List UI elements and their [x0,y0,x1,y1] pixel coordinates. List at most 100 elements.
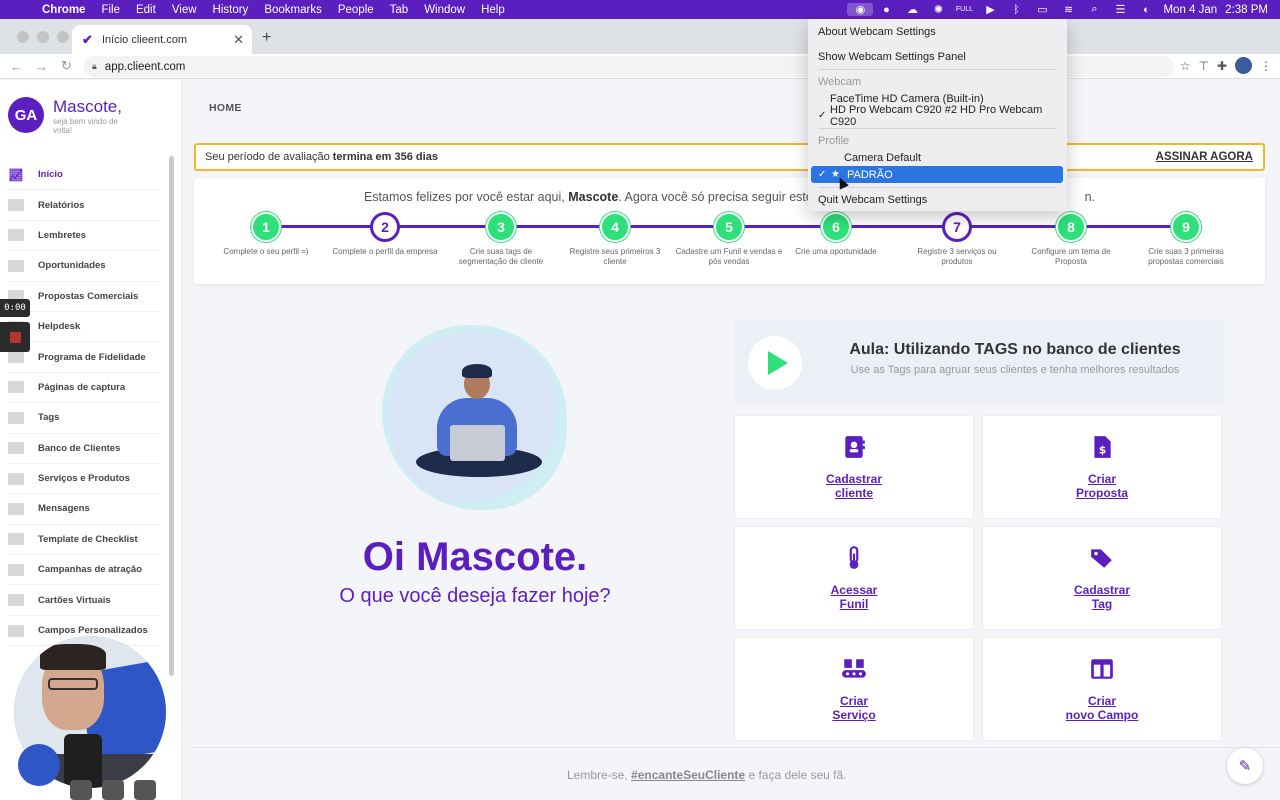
step-3[interactable]: 3 Crie suas tags de segmentação de client… [446,212,556,267]
menu-item-profile-padrao[interactable]: ✓ ★ PADRÃO [811,166,1063,183]
invoice-icon: $ [1094,436,1111,458]
instagram-icon[interactable] [134,780,156,800]
step-7[interactable]: 7 Registre 3 serviços ou produtos [902,212,1012,267]
check-icon [8,533,24,546]
action-criar-proposta[interactable]: $ Criar Proposta [982,415,1222,519]
action-acessar-funil[interactable]: Acessar Funil [734,526,974,630]
step-1[interactable]: 1 Complete o seu perfil =) [211,212,321,257]
profile-avatar[interactable] [1235,57,1252,74]
welcome-pre: Estamos felizes por você estar aqui, [363,190,565,204]
subscribe-now-link[interactable]: ASSINAR AGORA [1156,151,1253,163]
minimize-window-button[interactable] [37,31,49,43]
menubar-date[interactable]: Mon 4 Jan [1159,4,1219,16]
siri-icon[interactable]: ◐ [1133,4,1159,16]
funnel-icon [8,381,24,394]
battery-icon[interactable]: ▭ [1029,3,1055,16]
browser-tab[interactable]: ✔ Início clieent.com ✕ [72,25,252,54]
step-label: Cadastre um Funil e vendas e pós vendas [675,247,783,266]
sidebar-item-checklist[interactable]: Template de Checklist [8,525,160,556]
menu-chrome[interactable]: Chrome [34,4,93,16]
play-button[interactable] [748,336,802,390]
action-cadastrar-tag[interactable]: Cadastrar Tag [982,526,1222,630]
step-label: Configure um tema de Proposta [1031,247,1111,266]
facebook-icon[interactable] [102,780,124,800]
sidebar-item-helpdesk[interactable]: Helpdesk [8,312,160,343]
step-6[interactable]: 6 Crie uma oportunidade [781,212,891,257]
step-9[interactable]: 9 Crie suas 3 primeiras propostas comerci… [1131,212,1241,267]
more-menu-icon[interactable]: ⋮ [1260,59,1272,73]
brightness-icon[interactable]: ✺ [925,3,951,16]
puzzle-extensions-icon[interactable]: ✚ [1217,59,1227,73]
stop-icon [10,332,21,343]
menu-edit[interactable]: Edit [128,4,164,16]
bluetooth-icon[interactable]: ᛒ [1003,4,1029,16]
sidebar-item-captura[interactable]: Páginas de captura [8,373,160,404]
step-8[interactable]: 8 Configure um tema de Proposta [1016,212,1126,267]
extension-icon[interactable]: ⊤ [1198,59,1208,73]
wifi-icon[interactable]: ≋ [1055,3,1081,16]
menu-item-show-panel[interactable]: Show Webcam Settings Panel [808,48,1067,65]
sidebar-item-mensagens[interactable]: Mensagens [8,494,160,525]
sidebar-item-lembretes[interactable]: Lembretes [8,221,160,252]
sidebar-menu: 📈︎ Início Relatórios Lembretes Oportunida… [0,160,160,647]
sidebar-item-tags[interactable]: Tags [8,403,160,434]
recorder-icon[interactable]: ● [873,4,899,16]
menu-people[interactable]: People [330,4,382,16]
sidebar-item-oportunidades[interactable]: Oportunidades [8,251,160,282]
sidebar-scrollbar[interactable] [169,156,174,676]
action-label: Criar novo Campo [983,694,1221,722]
sidebar-item-campanhas[interactable]: Campanhas de atração [8,555,160,586]
megaphone-icon [8,563,24,576]
sidebar-item-banco-clientes[interactable]: Banco de Clientes [8,434,160,464]
step-4[interactable]: 4 Registre seus primeiros 3 cliente [560,212,670,267]
footer-hashtag-link[interactable]: #encanteSeuCliente [631,768,745,782]
close-tab-icon[interactable]: ✕ [233,32,244,48]
menu-file[interactable]: File [93,4,128,16]
status-full-icon[interactable]: FULL [951,6,977,13]
menubar-time[interactable]: 2:38 PM [1219,4,1280,16]
menu-view[interactable]: View [164,4,205,16]
menu-bookmarks[interactable]: Bookmarks [256,4,330,16]
control-center-icon[interactable]: ☰ [1107,3,1133,16]
menu-tab[interactable]: Tab [382,4,417,16]
play-icon[interactable]: ▶ [977,3,1003,16]
zoom-window-button[interactable] [57,31,69,43]
action-criar-campo[interactable]: Criar novo Campo [982,637,1222,741]
reload-icon[interactable]: ↻ [54,58,79,74]
sidebar-item-relatorios[interactable]: Relatórios [8,190,160,221]
step-2[interactable]: 2 Complete o perfil da empresa [330,212,440,257]
back-icon[interactable]: ← [4,59,29,74]
lesson-banner[interactable]: Aula: Utilizando TAGS no banco de client… [734,320,1224,403]
menu-item-about[interactable]: About Webcam Settings [808,23,1067,40]
cloud-upload-icon[interactable]: ☁ [899,3,925,16]
sidebar-item-cartoes[interactable]: Cartões Virtuais [8,585,160,616]
webcam-settings-icon[interactable]: ◉ [847,3,874,16]
menu-item-profile-default[interactable]: Camera Default [808,149,1067,166]
menu-item-quit[interactable]: Quit Webcam Settings [808,191,1067,208]
stop-recording-button[interactable] [0,322,30,352]
sidebar-item-inicio[interactable]: 📈︎ Início [8,160,160,191]
action-label-line2: Tag [1091,597,1113,611]
menu-window[interactable]: Window [416,4,473,16]
action-criar-servico[interactable]: Criar Serviço [734,637,974,741]
menu-help[interactable]: Help [473,4,513,16]
sidebar-item-propostas[interactable]: Propostas Comerciais [8,282,160,312]
menu-item-cam-c920[interactable]: ✓ HD Pro Webcam C920 #2 HD Pro Webcam C92… [808,104,1067,128]
step-number: 3 [486,212,516,242]
youtube-icon[interactable] [70,780,92,800]
sidebar-item-label: Cartões Virtuais [38,594,111,606]
sidebar-item-fidelidade[interactable]: Programa de Fidelidade [8,342,160,373]
sidebar-item-servicos[interactable]: Serviços e Produtos [8,464,160,495]
sidebar-item-label: Início [38,169,63,181]
step-5[interactable]: 5 Cadastre um Funil e vendas e pós vendas [674,212,784,267]
search-icon[interactable]: ⌕ [1081,3,1107,16]
magic-wand-button[interactable]: ✎ [1227,748,1263,784]
footer-pre: Lembre-se, [567,768,628,782]
bookmark-star-icon[interactable]: ☆ [1180,59,1191,73]
forward-icon[interactable]: → [29,59,54,74]
menu-history[interactable]: History [205,4,257,16]
action-cadastrar-cliente[interactable]: Cadastrar cliente [734,415,974,519]
new-tab-button[interactable]: + [262,29,271,47]
close-window-button[interactable] [17,31,29,43]
chat-widget-button[interactable] [18,744,60,786]
